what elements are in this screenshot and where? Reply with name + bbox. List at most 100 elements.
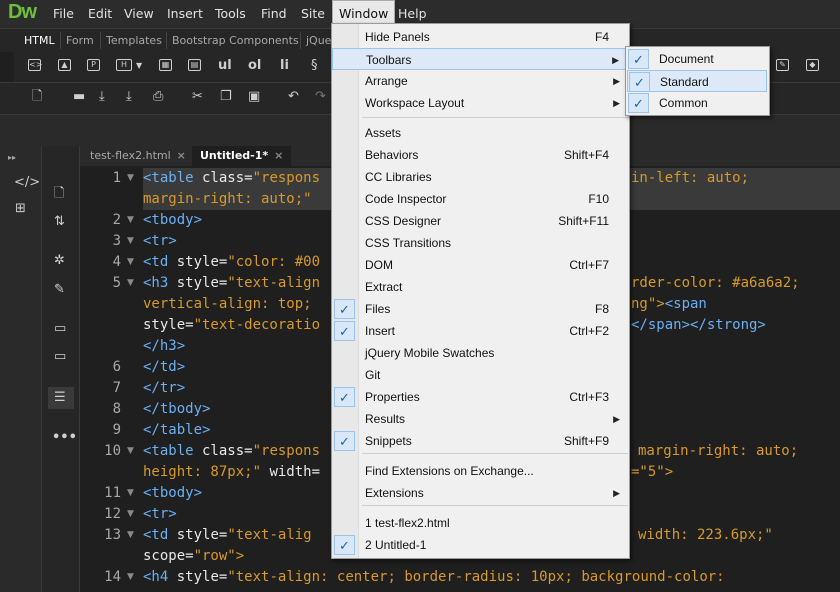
paragraph-icon[interactable]: P [87, 59, 100, 71]
fold-toggle-icon[interactable]: ▼ [127, 231, 134, 252]
menu-view[interactable]: View [118, 0, 160, 28]
undo-icon[interactable]: ↶ [288, 89, 299, 105]
fold-toggle-icon[interactable]: ▼ [127, 252, 134, 273]
menu-item-behaviors[interactable]: Behaviors Shift+F4 [332, 144, 629, 166]
fold-toggle-icon[interactable]: ▼ [127, 504, 134, 525]
list-item-button[interactable]: li [280, 58, 289, 74]
redo-icon[interactable]: ↷ [315, 89, 326, 105]
copy-icon[interactable]: ❐ [220, 89, 232, 105]
menu-tools[interactable]: Tools [209, 0, 252, 28]
submenu-item-label: Document [659, 52, 714, 66]
submenu-item-label: Standard [660, 75, 709, 89]
menu-item-cc-libraries[interactable]: CC Libraries [332, 166, 629, 188]
menu-item-workspace-layout[interactable]: Workspace Layout ▶ [332, 92, 629, 114]
menu-item-assets[interactable]: Assets [332, 122, 629, 144]
menu-item-dom[interactable]: DOM Ctrl+F7 [332, 254, 629, 276]
code-view-icon[interactable]: </> [14, 175, 40, 191]
menu-item-results[interactable]: Results ▶ [332, 408, 629, 430]
close-icon[interactable]: × [177, 149, 186, 162]
menu-item-insert[interactable]: ✓ Insert Ctrl+F2 [332, 320, 629, 342]
submenu-item-standard[interactable]: ✓ Standard [627, 70, 767, 92]
menu-item-find-extensions-on-exchange[interactable]: Find Extensions on Exchange... [332, 460, 629, 482]
tab-test-flex2[interactable]: test-flex2.html × [82, 146, 194, 166]
dom-tree-icon[interactable]: ⊞ [15, 201, 26, 217]
menu-item-2-untitled-1[interactable]: ✓ 2 Untitled-1 [332, 534, 629, 556]
collapse-icon[interactable]: ✲ [54, 253, 65, 269]
menu-find[interactable]: Find [255, 0, 293, 28]
menu-item-shortcut: Shift+F11 [558, 214, 609, 228]
code-line: style="text-decoratio [143, 317, 321, 333]
menu-item-label: CC Libraries [365, 170, 432, 184]
insert-tab-html[interactable]: HTML [19, 32, 60, 49]
expand-icon[interactable]: ▸▸ [8, 150, 16, 166]
menu-item-hide-panels[interactable]: Hide Panels F4 [332, 26, 629, 48]
menu-item-properties[interactable]: ✓ Properties Ctrl+F3 [332, 386, 629, 408]
code-line: <h4 style="text-align: center; border-ra… [143, 569, 725, 585]
download-icon[interactable]: ⤓ [99, 89, 105, 105]
paste-icon[interactable]: ▣ [248, 89, 260, 105]
menu-item-git[interactable]: Git [332, 364, 629, 386]
menu-item-toolbars[interactable]: Toolbars ▶ [332, 48, 629, 70]
menu-item-code-inspector[interactable]: Code Inspector F10 [332, 188, 629, 210]
menu-edit[interactable]: Edit [82, 0, 118, 28]
menu-site[interactable]: Site [295, 0, 331, 28]
open-documents-icon[interactable]: 🗋 [54, 186, 64, 202]
image-icon[interactable]: ▲ [58, 59, 71, 71]
fold-toggle-icon[interactable]: ▼ [127, 567, 134, 588]
submenu-item-document[interactable]: ✓ Document [627, 48, 767, 70]
open-folder-icon[interactable]: ▬ [73, 89, 85, 105]
insert-tab-form[interactable]: Form [60, 32, 99, 49]
submenu-item-common[interactable]: ✓ Common [627, 92, 767, 114]
tab-untitled-1[interactable]: Untitled-1* × [192, 146, 292, 166]
save-all-icon[interactable]: ⤓ [126, 89, 132, 105]
menu-item-arrange[interactable]: Arrange ▶ [332, 70, 629, 92]
new-document-icon[interactable]: 🗋 [32, 89, 42, 105]
fold-toggle-icon[interactable]: ▼ [127, 483, 134, 504]
menu-separator [362, 505, 628, 506]
menu-item-jquery-mobile-swatches[interactable]: jQuery Mobile Swatches [332, 342, 629, 364]
menu-item-shortcut: F4 [594, 30, 609, 44]
menu-file[interactable]: File [47, 0, 80, 28]
link-icon[interactable]: § [311, 58, 318, 74]
menu-item-css-transitions[interactable]: CSS Transitions [332, 232, 629, 254]
figure-icon[interactable]: ▤ [188, 59, 201, 71]
menu-item-1-test-flex2-html[interactable]: 1 test-flex2.html [332, 512, 629, 534]
code-line: height: 87px;" width= [143, 464, 321, 480]
menu-item-snippets[interactable]: ✓ Snippets Shift+F9 [332, 430, 629, 452]
insert-tab-templates[interactable]: Templates [100, 32, 167, 49]
tag-icon[interactable]: ◆ [806, 59, 819, 71]
fold-toggle-icon[interactable]: ▼ [127, 168, 134, 189]
code-fragment: margin-right: auto; [638, 443, 799, 459]
menu-item-extract[interactable]: Extract [332, 276, 629, 298]
code-line: </h3> [143, 338, 186, 354]
menu-item-css-designer[interactable]: CSS Designer Shift+F11 [332, 210, 629, 232]
fold-toggle-icon[interactable]: ▼ [127, 273, 134, 294]
menu-item-extensions[interactable]: Extensions ▶ [332, 482, 629, 504]
menu-item-shortcut: Ctrl+F2 [569, 324, 609, 338]
close-icon[interactable]: × [274, 149, 283, 162]
heading-icon[interactable]: H [116, 59, 132, 71]
comment-icon[interactable]: ▭ [54, 321, 66, 337]
line-number: 7 [112, 380, 121, 396]
menu-item-files[interactable]: ✓ Files F8 [332, 298, 629, 320]
ordered-list-button[interactable]: ol [248, 58, 261, 74]
fold-toggle-icon[interactable]: ▼ [127, 210, 134, 231]
div-icon[interactable]: <> [28, 59, 42, 71]
chevron-down-icon[interactable]: ▼ [136, 58, 142, 74]
print-icon[interactable]: ⎙ [153, 89, 163, 105]
fold-toggle-icon[interactable]: ▼ [127, 441, 134, 462]
remove-comment-icon[interactable]: ▭ [54, 349, 66, 365]
menu-item-label: Git [365, 368, 381, 382]
more-icon[interactable]: ••• [52, 430, 77, 446]
edit-icon[interactable]: ✎ [776, 59, 789, 71]
table-icon[interactable]: ▦ [159, 59, 172, 71]
menu-insert[interactable]: Insert [161, 0, 209, 28]
coding-toolbar [42, 146, 80, 592]
fold-toggle-icon[interactable]: ▼ [127, 525, 134, 546]
unordered-list-button[interactable]: ul [218, 58, 232, 74]
cut-icon[interactable]: ✂ [192, 89, 203, 105]
sort-icon[interactable]: ⇅ [54, 214, 65, 230]
insert-tab-bootstrap[interactable]: Bootstrap Components [166, 32, 304, 49]
tab-label: test-flex2.html [90, 149, 171, 162]
pen-icon[interactable]: ✎ [54, 282, 65, 298]
